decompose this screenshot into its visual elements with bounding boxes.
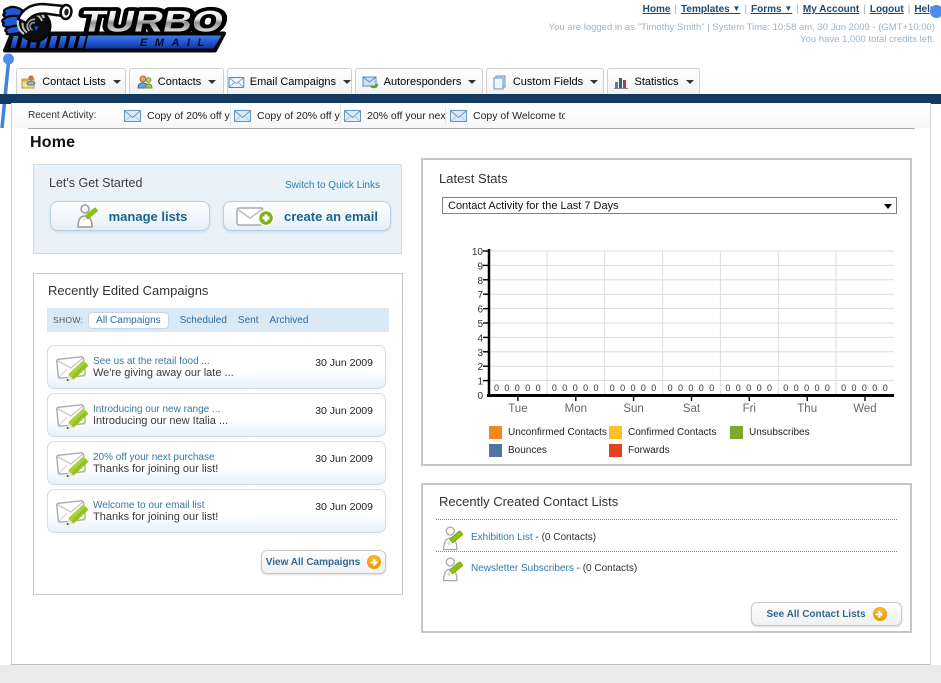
svg-text:Tue: Tue — [508, 403, 527, 415]
svg-text:Thu: Thu — [797, 403, 817, 415]
svg-text:0: 0 — [477, 391, 483, 402]
svg-text:4: 4 — [477, 333, 483, 344]
svg-text:0: 0 — [515, 383, 520, 393]
svg-text:8: 8 — [477, 276, 483, 287]
svg-text:0: 0 — [525, 383, 530, 393]
svg-text:Wed: Wed — [853, 403, 876, 415]
svg-text:3: 3 — [477, 348, 483, 359]
svg-text:TURBO: TURBO — [78, 6, 227, 39]
svg-text:EMAIL: EMAIL — [140, 37, 212, 49]
svg-text:2: 2 — [477, 362, 483, 373]
svg-text:9: 9 — [477, 261, 483, 272]
svg-text:Fri: Fri — [743, 403, 756, 415]
svg-text:10: 10 — [472, 247, 484, 258]
svg-text:7: 7 — [477, 290, 483, 301]
svg-text:5: 5 — [477, 319, 483, 330]
svg-text:Mon: Mon — [565, 403, 587, 415]
svg-text:0: 0 — [494, 383, 499, 393]
svg-text:0: 0 — [504, 383, 509, 393]
svg-text:6: 6 — [477, 305, 483, 316]
svg-text:0: 0 — [536, 383, 541, 393]
svg-text:Sun: Sun — [623, 403, 643, 415]
svg-text:Sat: Sat — [683, 403, 701, 415]
svg-text:1: 1 — [477, 377, 483, 388]
